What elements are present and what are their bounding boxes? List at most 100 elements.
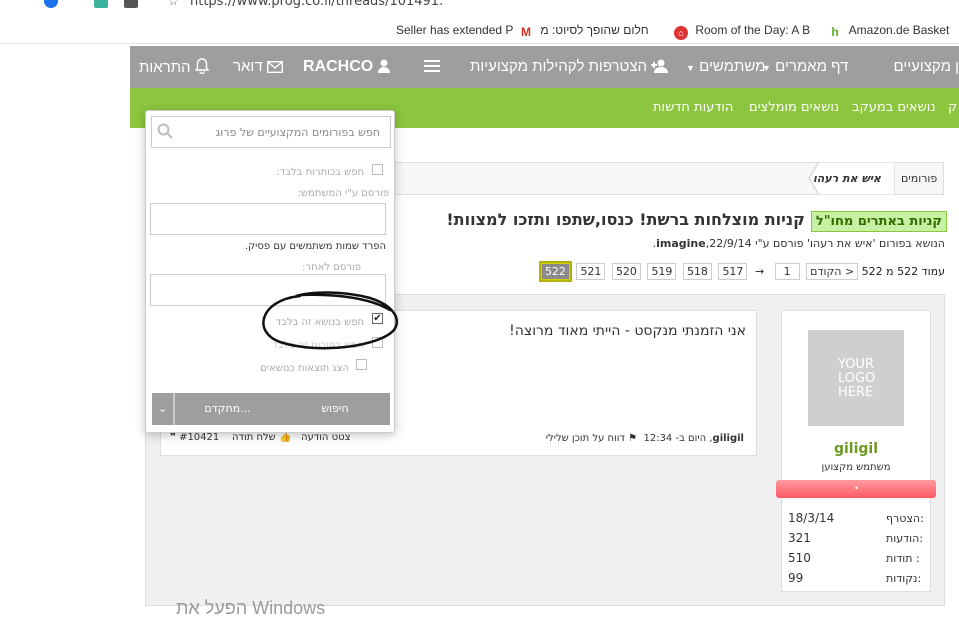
bookmark-room[interactable]: ⌂ Room of the Day: A B [674,23,810,40]
address-bar[interactable]: ☆ https://www.prog.co.il/threads/101491. [0,0,959,18]
nav-user-label: RACHCO [303,58,374,75]
more-options-button[interactable]: ⌄ [152,393,174,425]
nav-mail-label: דואר [233,58,263,75]
user-name[interactable]: giligil [782,441,930,457]
bookmark-seller[interactable]: Seller has extended P [396,23,513,37]
stat-thanks-label: תודות : [886,552,920,565]
post-text: אני הזמנתי מנקסט - הייתי מאוד מרוצה! [509,323,746,339]
hamburger-menu[interactable] [424,58,440,75]
post-number[interactable]: #10421 [179,432,219,443]
posted-by-label: פורסם ע"י המשתמש: [297,188,389,199]
bookmark-label: Amazon.de Basket [848,23,950,37]
prev-page-button[interactable]: < הקודם [806,263,859,280]
user-icon [377,58,390,75]
post-meta: giligil, היום ב- 12:34 ⚑ דווח על תוכן של… [546,433,744,444]
stat-posts-label: הודעות: [886,532,924,545]
jump-arrow-icon: → [754,265,765,278]
logo-line: HERE [838,385,874,400]
subnav-new-posts[interactable]: הודעות חדשות [653,100,733,115]
posted-by-hint: הפרד שמות משתמשים עם פסיק. [244,241,386,252]
user-avatar[interactable]: YOUR LOGO HERE [808,330,904,426]
bookmark-label: Room of the Day: A B [695,23,811,37]
quote-icon: ❞ [170,432,176,443]
page-jump[interactable]: 1 [774,263,800,280]
nav-alerts[interactable]: התראות [139,58,210,76]
this-thread-label: חפש בנושא זה בלבד [275,317,364,328]
crumb-section[interactable]: איש את רעהו [813,172,881,185]
nav-mail[interactable]: דואר [233,58,283,75]
nav-user[interactable]: RACHCO [303,58,390,76]
bell-icon [194,58,210,76]
subtitle-user[interactable]: imagine [656,237,706,250]
page-520[interactable]: 520 [611,263,641,280]
flag-icon: ⚑ [628,433,638,444]
nav-join[interactable]: הצטרפות לקהילות מקצועיות [470,58,669,75]
home-icon[interactable] [124,0,138,8]
houzz-icon: h [831,25,839,39]
page-519[interactable]: 519 [647,263,677,280]
newer-than-input[interactable] [150,274,386,306]
url-text: https://www.prog.co.il/threads/101491. [190,0,444,9]
gmail-icon: M [521,25,531,39]
thread-prefix[interactable]: קניות באתרים מחו"ל [810,211,947,232]
this-forum-checkbox[interactable] [372,337,383,348]
logo-line: YOUR [838,357,875,372]
crumb-forums[interactable]: פורומים [901,172,937,185]
stat-joined-value: 18/3/14 [788,511,835,525]
post-time: , היום ב- 12:34 [643,433,713,444]
show-as-threads-checkbox[interactable] [356,359,367,370]
envelope-icon [266,58,283,75]
page-521[interactable]: 521 [576,263,606,280]
search-icon [157,123,173,142]
stat-posts-value: 321 [788,531,811,545]
nav-forums[interactable]: ן מקצועיים [893,58,959,75]
house-icon: ⌂ [674,26,688,40]
report-link[interactable]: דווח על תוכן שלילי [546,433,625,444]
this-thread-checkbox[interactable]: ✔ [372,313,383,324]
page-count: עמוד 522 מ 522 [861,265,945,278]
search-input[interactable]: חפש בפורומים המקצועיים של פרוג [151,116,391,148]
advanced-search-button[interactable]: מתקדם... [174,393,280,425]
profile-icon[interactable] [44,0,58,8]
add-user-icon [651,58,669,75]
stat-points-label: נקודות: [886,572,922,585]
breadcrumb: פורומים איש את רעהו [370,162,944,195]
page-518[interactable]: 518 [682,263,712,280]
thread-subtitle: הנושא בפורום 'איש את רעהו' פורסם ע"י ima… [653,237,945,250]
chevron-down-icon: ⌄ [157,402,168,415]
bookmark-dream[interactable]: M חלום שהופך לסיוט: מ [519,23,649,39]
post-actions: ❞ צטט הודעה 👍 שלח תודה #10421 [170,432,351,443]
quote-button[interactable]: צטט הודעה [301,432,351,443]
posted-by-input[interactable] [150,203,386,235]
windows-activation-watermark: הפעל את Windows [176,598,326,618]
subnav-edge[interactable]: ק [948,100,957,115]
nav-join-label: הצטרפות לקהילות מקצועיות [470,58,648,75]
user-level-bar: • [776,480,936,498]
bookmark-label: Seller has extended P [396,23,514,37]
page-517[interactable]: 517 [718,263,748,280]
logo-line: LOGO [838,371,876,386]
subnav-followed[interactable]: נושאים במעקב [852,100,936,115]
nav-users[interactable]: ▼ משתמשים [686,58,765,75]
this-forum-label: חפש בפורום זה בלבד [272,340,364,351]
menu-icon [424,58,440,75]
titles-only-label: חפש בכותרות בלבד: [276,167,364,178]
bookmark-amazon[interactable]: h Amazon.de Basket [828,23,949,39]
thread-title: קניות מוצלחות ברשת! כנסו,שתפו ותזכו למצו… [446,210,805,229]
thread-title-row: קניות באתרים מחו"ל קניות מוצלחות ברשת! כנ… [446,210,947,236]
titles-only-checkbox[interactable] [372,164,383,175]
star-icon[interactable]: ☆ [168,0,182,8]
newer-than-label: פורסם לאחר: [302,262,361,273]
search-submit-button[interactable]: חיפוש [280,393,390,425]
user-title: משתמש מקצוען [821,462,891,473]
nav-articles[interactable]: ▼ דף מאמרים [762,58,848,75]
extension-icon[interactable] [94,0,108,8]
thanks-button[interactable]: שלח תודה [232,432,276,443]
page-links: 517 518 519 520 521 522 [538,261,748,282]
top-nav: ן מקצועיים ▼ דף מאמרים ▼ משתמשים הצטרפות… [130,46,959,88]
chevron-down-icon: ▼ [686,63,695,73]
post-author[interactable]: giligil [713,433,744,444]
subnav-recommended[interactable]: נושאים מומלצים [749,100,839,115]
thumb-icon: 👍 [278,432,292,443]
page-current[interactable]: 522 [538,261,572,282]
